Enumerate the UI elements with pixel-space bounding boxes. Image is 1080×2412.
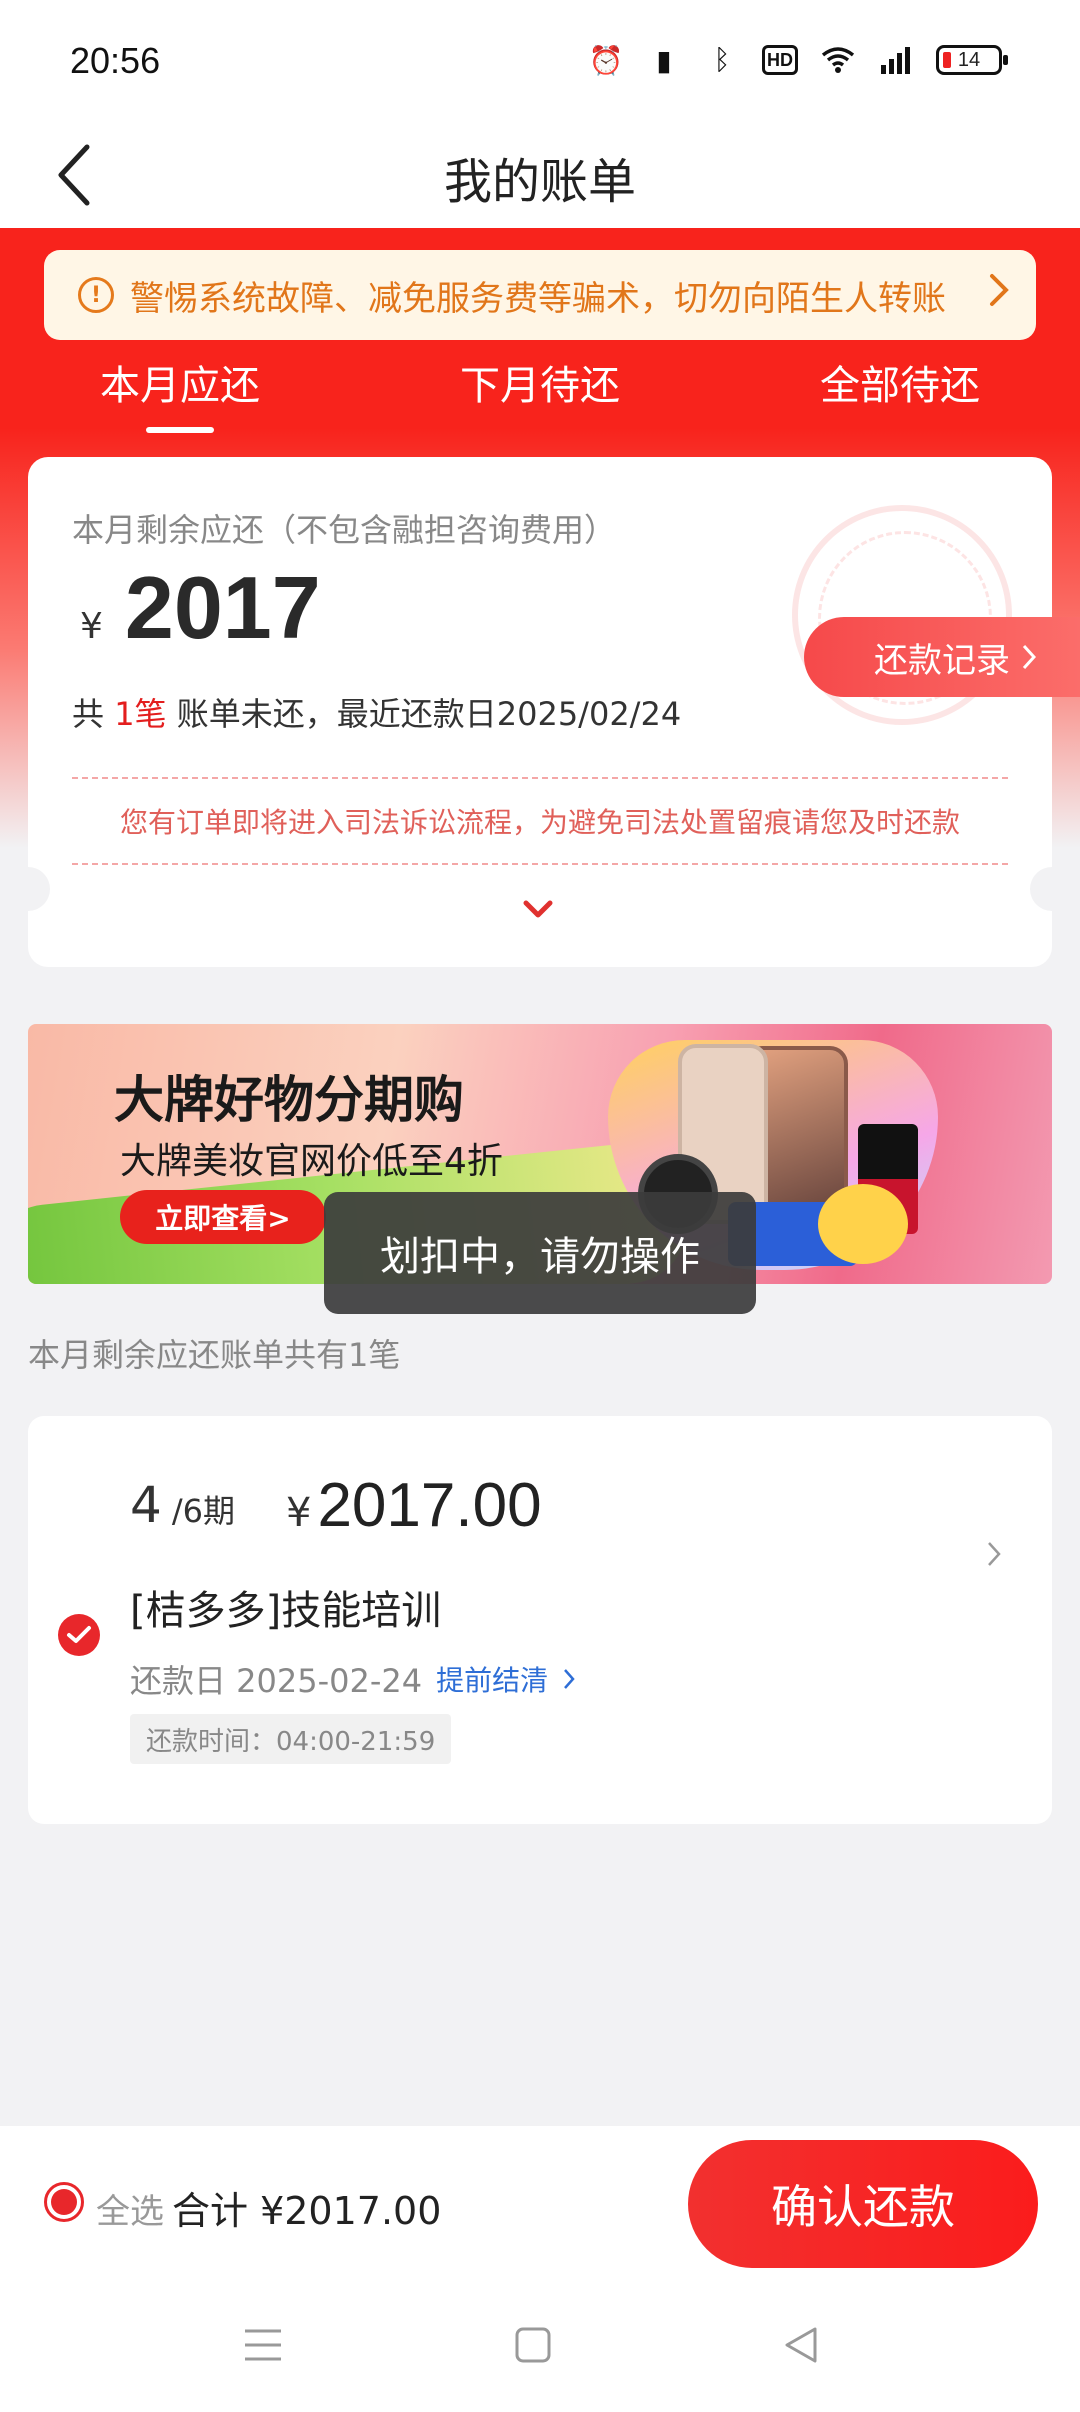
banner-view-button[interactable]: 立即查看> — [120, 1190, 326, 1244]
system-nav-bar — [0, 2278, 1080, 2412]
currency-symbol: ¥ — [286, 1490, 312, 1536]
summary-status-line: 共 1笔 账单未还，最近还款日2025/02/24 — [72, 689, 681, 735]
confirm-repay-button[interactable]: 确认还款 — [688, 2140, 1038, 2268]
warning-icon: ! — [78, 277, 114, 313]
status-suffix: 账单未还，最近还款日2025/02/24 — [166, 695, 682, 733]
select-all-label[interactable]: 全选 — [96, 2184, 164, 2233]
mascot-image — [818, 1184, 908, 1264]
period-total: /6期 — [171, 1492, 235, 1530]
unpaid-count: 1笔 — [114, 695, 167, 733]
banner-subtitle: 大牌美妆官网价低至4折 — [120, 1141, 503, 1182]
chevron-right-icon — [1022, 644, 1036, 670]
select-all-radio[interactable] — [44, 2182, 84, 2222]
bill-item[interactable]: 4 /6期 ¥ 2017.00 [桔多多]技能培训 还款日 2025-02-24… — [28, 1416, 1052, 1824]
summary-amount: ¥ 2017 — [80, 557, 321, 659]
notice-text: 警惕系统故障、减免服务费等骗术，切勿向陌生人转账 — [130, 278, 946, 319]
status-time: 20:56 — [70, 40, 161, 81]
divider — [72, 863, 1008, 865]
early-settle-label: 提前结清 — [436, 1664, 549, 1697]
amount-value: 2017 — [124, 558, 321, 657]
card-notch — [1030, 867, 1074, 911]
battery-icon: 14 — [936, 45, 1008, 75]
bottom-action-bar: 全选 合计 ¥2017.00 确认还款 — [0, 2126, 1080, 2278]
summary-subtitle: 本月剩余应还（不包含融担咨询费用） — [72, 511, 617, 549]
section-label: 本月剩余应还账单共有1笔 — [28, 1336, 401, 1374]
vibrate-icon: ▮ — [656, 44, 672, 76]
period-number: 4 — [130, 1476, 162, 1534]
record-label: 还款记录 — [874, 640, 1010, 681]
battery-level: 14 — [957, 48, 981, 71]
active-tab-indicator — [146, 427, 214, 433]
card-notch — [6, 867, 50, 911]
repayment-record-button[interactable]: 还款记录 — [804, 617, 1080, 697]
page-title: 我的账单 — [443, 154, 636, 210]
litigation-warning: 您有订单即将进入司法诉讼流程，为避免司法处置留痕请您及时还款 — [119, 806, 960, 839]
expand-button[interactable] — [520, 897, 556, 925]
bill-tabs: 本月应还 下月待还 全部待还 — [0, 345, 1080, 433]
currency-symbol: ¥ — [80, 606, 103, 647]
bill-due-date: 还款日 2025-02-24 提前结清 — [130, 1656, 575, 1702]
wifi-icon — [820, 42, 856, 78]
summary-card: 本月剩余应还（不包含融担咨询费用） ¥ 2017 共 1笔 账单未还，最近还款日… — [6, 457, 1080, 967]
status-prefix: 共 — [72, 695, 115, 733]
processing-toast: 划扣中，请勿操作 — [324, 1192, 756, 1314]
menu-icon[interactable] — [238, 2320, 288, 2370]
home-icon[interactable] — [508, 2320, 558, 2370]
back-nav-icon[interactable] — [776, 2320, 826, 2370]
signal-icon — [878, 42, 914, 78]
bill-detail-arrow[interactable] — [986, 1540, 1002, 1572]
bill-name: [桔多多]技能培训 — [130, 1588, 442, 1634]
chevron-right-icon — [988, 1542, 1001, 1566]
due-date-text: 还款日 2025-02-24 — [130, 1662, 423, 1700]
bluetooth-icon: ᛒ — [713, 44, 731, 75]
status-icons: ⏰ ▮ ᛒ HD 14 — [588, 42, 1008, 78]
repayment-time-badge: 还款时间：04:00-21:59 — [130, 1714, 452, 1764]
hd-icon: HD — [762, 45, 798, 75]
fraud-notice-bar[interactable]: ! 警惕系统故障、减免服务费等骗术，切勿向陌生人转账 — [44, 250, 1036, 340]
bill-amount-value: 2017.00 — [317, 1471, 542, 1540]
chevron-right-icon — [988, 272, 1010, 317]
chevron-down-icon — [523, 900, 553, 918]
early-settle-link[interactable]: 提前结清 — [436, 1659, 575, 1699]
status-bar: 20:56 ⏰ ▮ ᛒ HD 14 — [0, 0, 1080, 120]
check-icon — [67, 1626, 91, 1643]
bill-checkbox[interactable] — [58, 1614, 100, 1656]
tab-next-month[interactable]: 下月待还 — [460, 353, 620, 411]
tab-this-month[interactable]: 本月应还 — [100, 353, 260, 411]
tab-all-pending[interactable]: 全部待还 — [820, 353, 980, 411]
alarm-icon: ⏰ — [588, 44, 624, 76]
divider — [72, 777, 1008, 779]
installment-period: 4 /6期 — [130, 1476, 235, 1534]
banner-title: 大牌好物分期购 — [114, 1071, 464, 1129]
bill-amount: ¥ 2017.00 — [286, 1470, 542, 1541]
total-amount: 合计 ¥2017.00 — [172, 2189, 442, 2233]
nav-bar: 我的账单 — [0, 120, 1080, 228]
chevron-right-icon — [564, 1669, 575, 1689]
